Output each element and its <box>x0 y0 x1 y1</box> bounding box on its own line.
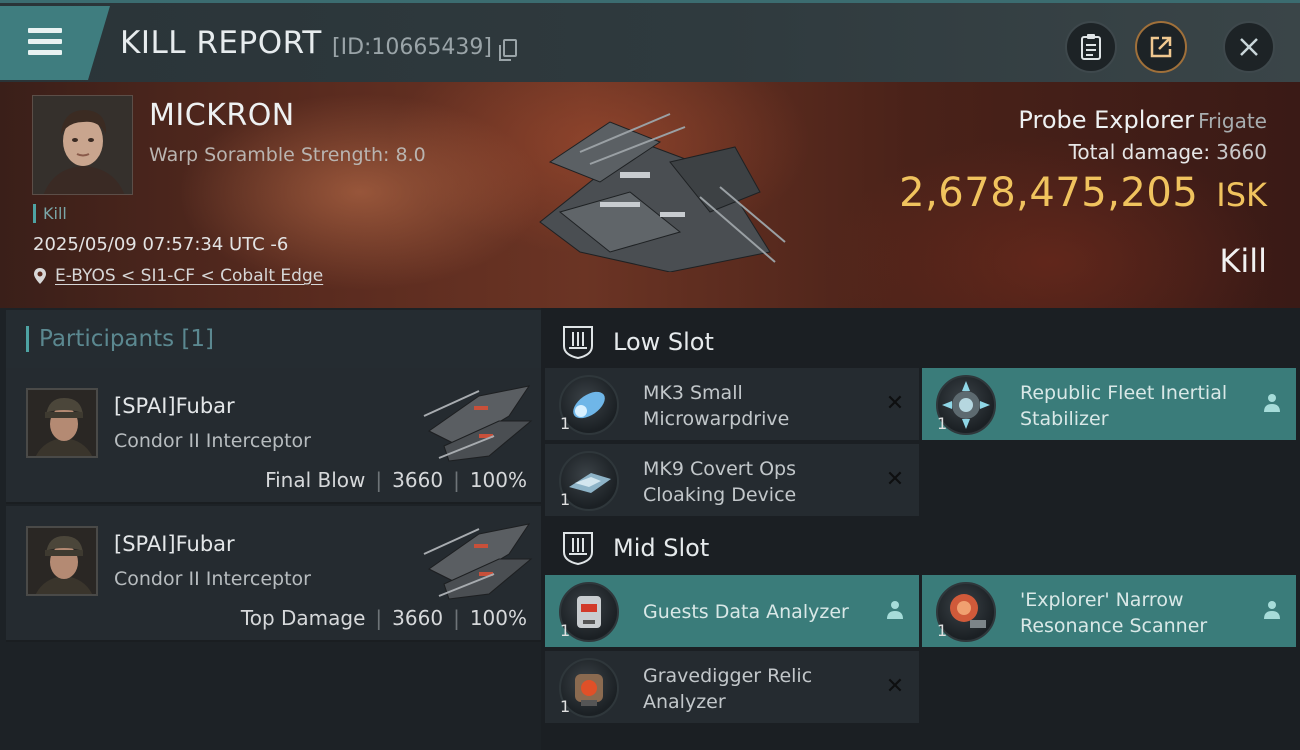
location-pin-icon <box>34 268 46 284</box>
victim-banner: MICKRON Warp Soramble Strength: 8.0 Kill… <box>0 82 1300 308</box>
module-item[interactable]: 1 Guests Data Analyzer <box>545 575 919 647</box>
clipboard-button[interactable] <box>1065 21 1117 73</box>
total-damage-line: Total damage: 3660 <box>1069 140 1267 164</box>
isk-value: 2,678,475,205 <box>899 170 1199 216</box>
participant-ship: Condor II Interceptor <box>114 568 311 590</box>
participant-name[interactable]: [SPAI]Fubar <box>114 394 235 418</box>
participants-header: Participants [1] <box>6 310 541 368</box>
module-item[interactable]: 1 MK3 Small Microwarpdrive ✕ <box>545 368 919 440</box>
victim-ship-class: Frigate <box>1198 109 1267 133</box>
close-button[interactable] <box>1223 21 1275 73</box>
participant-row[interactable]: [SPAI]Fubar Condor II Interceptor Final … <box>6 368 541 504</box>
kill-result-label: Kill <box>1219 242 1267 280</box>
page-title: KILL REPORT <box>120 25 322 61</box>
module-item[interactable]: 1 'Explorer' Narrow Resonance Scanner <box>922 575 1296 647</box>
participant-avatar[interactable] <box>26 388 98 458</box>
low-slot-icon <box>563 326 593 360</box>
kill-timestamp: 2025/05/09 07:57:34 UTC -6 <box>33 234 289 255</box>
close-icon: ✕ <box>885 674 905 699</box>
victim-ship-name[interactable]: Probe Explorer <box>1018 106 1194 134</box>
participant-stats: Top Damage | 3660 | 100% <box>240 606 527 630</box>
participant-role: Final Blow <box>265 468 366 492</box>
isk-unit: ISK <box>1216 176 1267 214</box>
participant-damage: 3660 <box>392 468 444 492</box>
mid-slot-title: Mid Slot <box>613 534 710 562</box>
module-name: Republic Fleet Inertial Stabilizer <box>1020 382 1228 430</box>
person-icon <box>1260 599 1284 623</box>
module-quantity: 1 <box>937 414 948 433</box>
participants-label: Participants [1] <box>26 326 214 352</box>
participants-panel: Participants [1] [SPAI]Fubar Condor II I… <box>0 308 541 750</box>
person-icon <box>1260 392 1284 416</box>
share-button[interactable] <box>1135 21 1187 73</box>
isk-value-line: 2,678,475,205 ISK <box>899 170 1267 216</box>
total-damage-label: Total damage: <box>1068 140 1211 164</box>
warp-scramble-strength: Warp Soramble Strength: 8.0 <box>149 144 426 166</box>
victim-ship-image[interactable] <box>520 102 790 272</box>
report-id: [ID:10665439] <box>332 35 492 60</box>
module-name: 'Explorer' Narrow Resonance Scanner <box>1020 589 1208 637</box>
module-name: MK9 Covert Ops Cloaking Device <box>643 458 797 506</box>
kill-report-header: KILL REPORT [ID:10665439] <box>0 0 1300 82</box>
share-icon <box>1150 36 1172 58</box>
participant-name[interactable]: [SPAI]Fubar <box>114 532 235 556</box>
module-item[interactable]: 1 MK9 Covert Ops Cloaking Device ✕ <box>545 444 919 516</box>
module-quantity: 1 <box>560 697 571 716</box>
participant-percent: 100% <box>469 468 527 492</box>
module-item[interactable]: 1 Gravedigger Relic Analyzer ✕ <box>545 651 919 723</box>
low-slot-title: Low Slot <box>613 328 714 356</box>
participant-ship-image[interactable] <box>419 376 537 464</box>
victim-ship-line: Probe Explorer Frigate <box>1018 106 1267 134</box>
mid-slot-icon <box>563 532 593 566</box>
close-icon <box>1240 38 1258 56</box>
close-icon: ✕ <box>885 467 905 492</box>
module-quantity: 1 <box>560 621 571 640</box>
pilot-portrait-image <box>33 96 132 194</box>
module-quantity: 1 <box>560 490 571 509</box>
person-icon <box>883 599 907 623</box>
participant-role: Top Damage <box>240 606 366 630</box>
module-quantity: 1 <box>560 414 571 433</box>
participant-ship-image[interactable] <box>419 514 537 602</box>
participant-damage: 3660 <box>392 606 444 630</box>
participant-stats: Final Blow | 3660 | 100% <box>265 468 527 492</box>
module-name: Gravedigger Relic Analyzer <box>643 665 813 713</box>
module-quantity: 1 <box>937 621 948 640</box>
participant-row[interactable]: [SPAI]Fubar Condor II Interceptor Top Da… <box>6 506 541 642</box>
total-damage-value: 3660 <box>1216 140 1267 164</box>
module-name: MK3 Small Microwarpdrive <box>643 382 790 430</box>
close-icon: ✕ <box>885 391 905 416</box>
fittings-panel: Low Slot 1 MK3 Small Microwarpdrive ✕ 1 … <box>541 308 1300 750</box>
module-name: Guests Data Analyzer <box>643 601 849 623</box>
clipboard-icon <box>1081 34 1101 60</box>
location-link[interactable]: E-BYOS < SI1-CF < Cobalt Edge <box>33 266 323 286</box>
participant-ship: Condor II Interceptor <box>114 430 311 452</box>
participant-avatar[interactable] <box>26 526 98 596</box>
module-item[interactable]: 1 Republic Fleet Inertial Stabilizer <box>922 368 1296 440</box>
location-text: E-BYOS < SI1-CF < Cobalt Edge <box>55 266 324 286</box>
menu-button[interactable] <box>0 6 110 80</box>
menu-icon <box>28 28 62 33</box>
mid-slot-header: Mid Slot <box>561 528 709 568</box>
low-slot-header: Low Slot <box>561 322 714 362</box>
victim-portrait[interactable] <box>32 95 133 195</box>
participant-percent: 100% <box>469 606 527 630</box>
copy-icon[interactable] <box>499 39 517 61</box>
kill-type-tag: Kill <box>33 204 67 223</box>
victim-name[interactable]: MICKRON <box>149 98 295 133</box>
